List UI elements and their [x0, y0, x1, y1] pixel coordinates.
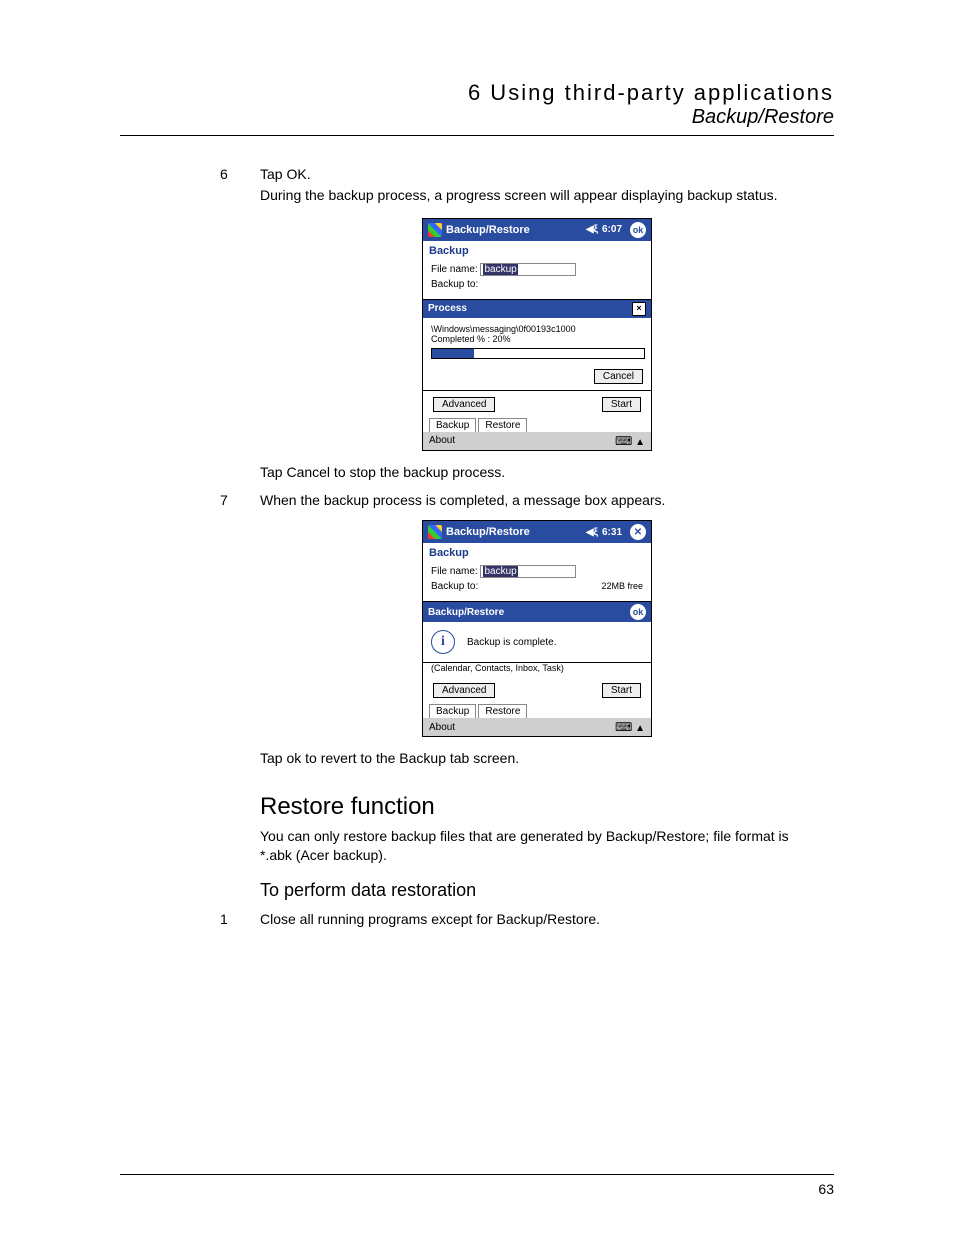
ok-note: Tap ok to revert to the Backup tab scree… — [260, 749, 814, 769]
about-menu[interactable]: About — [429, 435, 455, 446]
progress-path: \Windows\messaging\0f00193c1000 — [431, 324, 643, 334]
about-menu[interactable]: About — [429, 722, 455, 733]
free-space: 22MB free — [601, 581, 643, 592]
window-title: Backup/Restore — [446, 224, 582, 236]
titlebar: Backup/Restore ◀ξ 6:31 ✕ — [423, 521, 651, 543]
filename-label: File name: — [431, 264, 478, 275]
dialog-body: \Windows\messaging\0f00193c1000 Complete… — [423, 318, 651, 390]
button-row: Advanced Start — [423, 677, 651, 704]
tab-restore[interactable]: Restore — [478, 418, 527, 432]
clock: 6:07 — [602, 224, 622, 235]
dialog-titlebar: Process × — [423, 300, 651, 318]
tabs: Backup Restore — [423, 418, 651, 432]
mode-label: Backup — [423, 241, 651, 257]
screenshot-backup-complete: Backup/Restore ◀ξ 6:31 ✕ Backup File nam… — [422, 520, 652, 737]
page: 6 Using third-party applications Backup/… — [0, 0, 954, 1235]
section-title: Backup/Restore — [120, 106, 834, 129]
advanced-button[interactable]: Advanced — [433, 683, 495, 698]
menubar: About ⌨ ▲ — [423, 718, 651, 736]
footer-rule — [120, 1174, 834, 1175]
page-number: 63 — [818, 1181, 834, 1197]
step-title: Tap OK. — [260, 166, 814, 182]
message-text: Backup is complete. — [467, 637, 557, 648]
button-row: Advanced Start — [423, 391, 651, 418]
message-row: i Backup is complete. — [423, 622, 651, 662]
menubar: About ⌨ ▲ — [423, 432, 651, 450]
step-text: Close all running programs except for Ba… — [260, 911, 814, 927]
backupto-label: Backup to: — [431, 581, 478, 592]
clock: 6:31 — [602, 527, 622, 538]
filter-list: (Calendar, Contacts, Inbox, Task) — [423, 663, 651, 677]
restore-para: You can only restore backup files that a… — [260, 827, 814, 866]
up-arrow-icon[interactable]: ▲ — [635, 723, 645, 734]
progress-percent: Completed % : 20% — [431, 334, 643, 344]
start-icon[interactable] — [428, 223, 442, 237]
up-arrow-icon[interactable]: ▲ — [635, 437, 645, 448]
chapter-title: 6 Using third-party applications — [120, 80, 834, 106]
mode-label: Backup — [423, 543, 651, 559]
restore-subheading: To perform data restoration — [260, 880, 814, 901]
step-number: 7 — [220, 492, 228, 508]
ok-button[interactable]: ok — [630, 604, 646, 620]
advanced-button[interactable]: Advanced — [433, 397, 495, 412]
start-icon[interactable] — [428, 525, 442, 539]
step-number: 6 — [220, 166, 228, 182]
content-area: 6 Tap OK. During the backup process, a p… — [260, 166, 814, 927]
keyboard-icon[interactable]: ⌨ — [615, 434, 632, 448]
info-icon: i — [431, 630, 455, 654]
filename-label: File name: — [431, 566, 478, 577]
speaker-icon[interactable]: ◀ξ — [586, 527, 598, 538]
start-button[interactable]: Start — [602, 397, 641, 412]
message-dialog: Backup/Restore ok i Backup is complete. — [422, 601, 652, 663]
keyboard-icon[interactable]: ⌨ — [615, 720, 632, 734]
screenshot-backup-progress: Backup/Restore ◀ξ 6:07 ok Backup File na… — [422, 218, 652, 451]
process-dialog: Process × \Windows\messaging\0f00193c100… — [422, 299, 652, 391]
dialog-titlebar: Backup/Restore ok — [423, 602, 651, 622]
step-description: During the backup process, a progress sc… — [260, 186, 814, 206]
step-title: When the backup process is completed, a … — [260, 492, 814, 508]
step-7: 7 When the backup process is completed, … — [260, 492, 814, 508]
cancel-button[interactable]: Cancel — [594, 369, 643, 384]
restore-heading: Restore function — [260, 793, 814, 821]
form-body: File name: backup Backup to: 22MB free — [423, 559, 651, 601]
step-6: 6 Tap OK. During the backup process, a p… — [260, 166, 814, 206]
form-body: File name: backup Backup to: — [423, 257, 651, 299]
tabs: Backup Restore — [423, 704, 651, 718]
filename-input[interactable]: backup — [480, 565, 576, 578]
cancel-note: Tap Cancel to stop the backup process. — [260, 463, 814, 483]
restore-step-1: 1 Close all running programs except for … — [260, 911, 814, 927]
titlebar: Backup/Restore ◀ξ 6:07 ok — [423, 219, 651, 241]
ok-button[interactable]: ok — [630, 222, 646, 238]
start-button[interactable]: Start — [602, 683, 641, 698]
filename-input[interactable]: backup — [480, 263, 576, 276]
page-header: 6 Using third-party applications Backup/… — [120, 80, 834, 136]
backupto-label: Backup to: — [431, 279, 643, 290]
tab-restore[interactable]: Restore — [478, 704, 527, 718]
speaker-icon[interactable]: ◀ξ — [586, 224, 598, 235]
tab-backup[interactable]: Backup — [429, 418, 476, 432]
tab-backup[interactable]: Backup — [429, 704, 476, 718]
window-title: Backup/Restore — [446, 526, 582, 538]
dialog-title: Process — [428, 303, 467, 314]
progress-bar — [431, 348, 645, 359]
close-icon[interactable]: × — [632, 302, 646, 316]
close-button[interactable]: ✕ — [630, 524, 646, 540]
step-number: 1 — [220, 911, 228, 927]
dialog-title: Backup/Restore — [428, 607, 504, 618]
